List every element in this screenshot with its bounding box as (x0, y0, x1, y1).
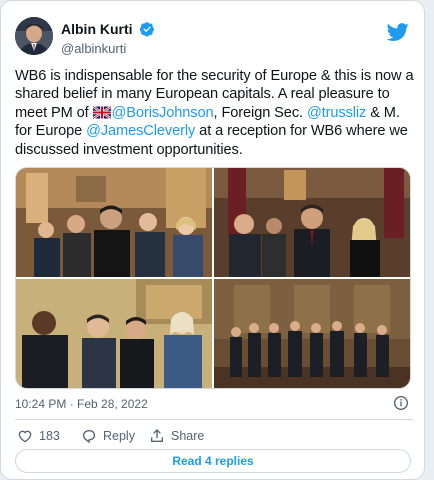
like-count: 183 (39, 429, 60, 443)
share-upload-icon (151, 429, 163, 442)
media-grid (15, 167, 411, 389)
info-icon[interactable] (393, 395, 409, 411)
tweet-text: WB6 is indispensable for the security of… (15, 67, 415, 159)
avatar[interactable] (15, 17, 53, 55)
reply-label: Reply (103, 429, 135, 443)
mention-link[interactable]: @BorisJohnson (112, 105, 214, 121)
reception-photo-4[interactable] (214, 279, 410, 388)
twitter-bird-icon[interactable] (387, 21, 409, 43)
share-button[interactable]: Share (149, 425, 204, 447)
action-bar: 183 Reply Share (15, 425, 315, 447)
reception-photo-1[interactable] (16, 168, 212, 277)
uk-flag-emoji (92, 105, 111, 119)
tweet-card: Albin Kurti @albinkurti WB6 is indispens… (0, 0, 425, 480)
mention-link[interactable]: @trussliz (307, 105, 366, 121)
mention-link[interactable]: @JamesCleverly (86, 123, 195, 139)
tweet-meta: 10:24 PM · Feb 28, 2022 (15, 395, 413, 413)
timestamp[interactable]: 10:24 PM · Feb 28, 2022 (15, 397, 148, 411)
reception-photo-3[interactable] (16, 279, 212, 388)
tweet-header: Albin Kurti @albinkurti (15, 17, 413, 59)
reply-button[interactable]: Reply (81, 425, 135, 447)
verified-badge-icon (139, 21, 154, 37)
reception-photo-2[interactable] (214, 168, 410, 277)
author-handle[interactable]: @albinkurti (61, 41, 155, 56)
divider (15, 419, 413, 420)
author-block[interactable]: Albin Kurti @albinkurti (61, 20, 155, 56)
share-label: Share (171, 429, 205, 443)
tweet-text-part: , Foreign Sec. (213, 104, 307, 121)
like-button[interactable]: 183 (17, 425, 60, 447)
author-name[interactable]: Albin Kurti (61, 21, 133, 37)
heart-icon (18, 430, 32, 443)
reply-bubble-icon (82, 430, 96, 444)
read-replies-button[interactable]: Read 4 replies (15, 449, 411, 473)
